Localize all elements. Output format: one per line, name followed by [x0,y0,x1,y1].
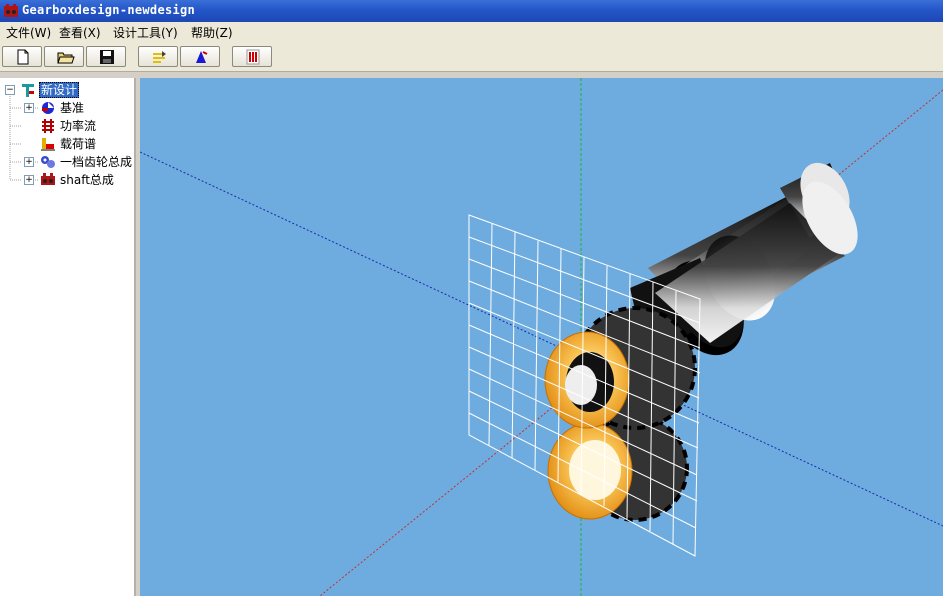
new-document-icon [17,49,29,65]
load-spectrum-icon [41,138,55,151]
menu-file[interactable]: 文件(W) [6,25,51,41]
toolbar [0,43,943,72]
red-list-icon [246,49,260,65]
tree-root-label[interactable]: 新设计 [39,82,80,98]
tree-item-label[interactable]: 基准 [60,100,84,116]
expand-icon[interactable]: + [24,157,34,167]
shaft-assembly-icon [41,173,55,185]
datum-icon [42,102,54,114]
design-tree-panel[interactable]: − 新设计 + 基准 功率流 载荷谱 + 一档齿轮总成 + shaft总成 [0,78,136,596]
collapse-icon[interactable]: − [5,85,15,95]
gear-scene [140,78,943,596]
tree-item-gear-assembly[interactable]: + 一档齿轮总成 [0,154,136,170]
upper-gear-model [544,306,697,430]
report-tool-button[interactable] [232,46,272,67]
lower-gear-model [547,414,689,522]
tree-item-label[interactable]: 一档齿轮总成 [60,154,132,170]
gearbox-app-icon [4,4,18,17]
expand-icon[interactable]: + [24,103,34,113]
gear-assembly-icon [41,156,55,168]
menu-view[interactable]: 查看(X) [59,25,101,41]
new-file-button[interactable] [2,46,42,67]
menu-design-tools[interactable]: 设计工具(Y) [113,25,178,41]
flow-arrows-icon [153,51,166,63]
power-flow-icon [42,119,54,133]
open-file-button[interactable] [44,46,84,67]
tree-item-shaft-assembly[interactable]: + shaft总成 [0,172,136,188]
tree-item-datum[interactable]: + 基准 [0,100,136,116]
new-design-icon [22,84,34,97]
expand-icon[interactable]: + [24,175,34,185]
tree-root-row[interactable]: − 新设计 [0,82,136,98]
load-tool-button[interactable] [180,46,220,67]
window-title: Gearboxdesign-newdesign [22,3,196,17]
menu-bar: 文件(W) 查看(X) 设计工具(Y) 帮助(Z) [0,22,943,44]
tree-item-label[interactable]: 载荷谱 [60,136,96,152]
tree-item-label[interactable]: 功率流 [60,118,96,134]
save-file-button[interactable] [86,46,126,67]
menu-help[interactable]: 帮助(Z) [191,25,233,41]
blue-shape-icon [196,51,208,63]
3d-viewport[interactable] [140,78,943,596]
tree-item-label[interactable]: shaft总成 [60,172,114,188]
power-flow-tool-button[interactable] [138,46,178,67]
open-folder-icon [57,52,75,64]
tree-item-power-flow[interactable]: 功率流 [0,118,136,134]
tree-item-load-spectrum[interactable]: 载荷谱 [0,136,136,152]
title-bar: Gearboxdesign-newdesign [0,0,943,22]
floppy-disk-icon [100,50,114,64]
